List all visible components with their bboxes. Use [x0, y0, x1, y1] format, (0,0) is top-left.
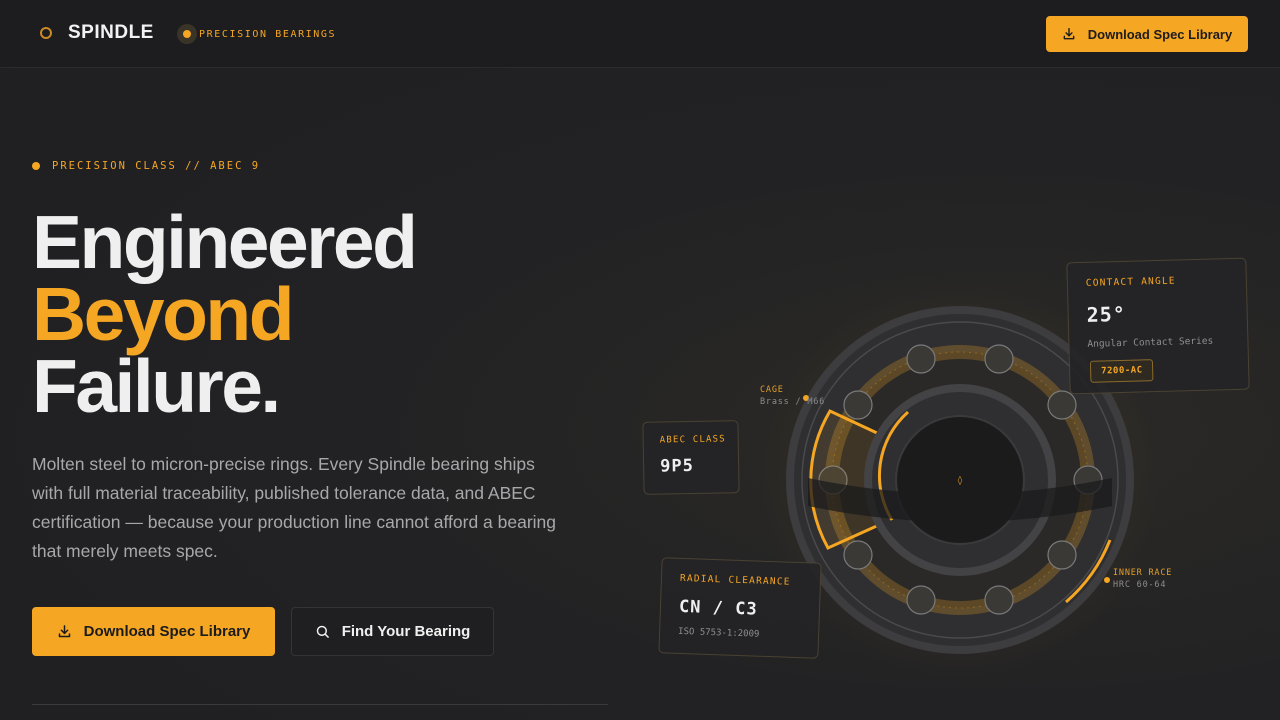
- cage-label: CAGE Brass / M66: [760, 384, 825, 408]
- inner-race-title: INNER RACE: [1113, 568, 1173, 578]
- contact-angle-label: CONTACT ANGLE: [1085, 275, 1176, 289]
- eyebrow: PRECISION CLASS // ABEC 9: [32, 160, 260, 172]
- radial-clearance-note: ISO 5753-1:2009: [677, 626, 760, 640]
- headline-line-2: Beyond: [32, 272, 295, 356]
- download-icon: [1063, 28, 1075, 40]
- ball: [984, 344, 1014, 374]
- radial-clearance-label: RADIAL CLEARANCE: [679, 572, 791, 588]
- contact-angle-note: Angular Contact Series: [1087, 335, 1214, 350]
- ball: [1047, 390, 1077, 420]
- series-chip[interactable]: 7200-AC: [1089, 359, 1154, 383]
- radial-clearance-value: CN / C3: [678, 596, 758, 620]
- hero-headline: Engineered Beyond Failure.: [32, 200, 418, 428]
- search-icon: [316, 625, 329, 638]
- abec-class-label: ABEC CLASS: [659, 434, 726, 446]
- header-download-label: Download Spec Library: [1087, 26, 1233, 42]
- headline-line-1: Engineered: [32, 200, 418, 284]
- hero-divider: [32, 704, 608, 705]
- abec-class-card: ABEC CLASS 9P5: [642, 420, 740, 495]
- cage-label-title: CAGE: [760, 385, 784, 395]
- tagline-text: PRECISION BEARINGS: [199, 28, 337, 40]
- inner-race-label: INNER RACE HRC 60-64: [1113, 567, 1172, 591]
- header-download-button[interactable]: Download Spec Library: [1046, 16, 1248, 52]
- download-icon: [58, 625, 70, 638]
- tagline: PRECISION BEARINGS: [177, 24, 336, 44]
- download-spec-button[interactable]: Download Spec Library: [32, 607, 275, 656]
- ball: [906, 585, 936, 615]
- ball: [984, 585, 1014, 615]
- ball: [1047, 540, 1077, 570]
- hero-description: Molten steel to micron-precise rings. Ev…: [32, 454, 557, 561]
- tagline-dot-icon: [177, 24, 197, 44]
- ball: [843, 390, 873, 420]
- ball: [843, 540, 873, 570]
- contact-angle-value: 25°: [1086, 301, 1127, 327]
- eyebrow-text: PRECISION CLASS // ABEC 9: [52, 160, 261, 172]
- ball: [906, 344, 936, 374]
- abec-class-value: 9P5: [659, 455, 695, 477]
- top-bar: SPINDLE PRECISION BEARINGS Download Spec…: [0, 0, 1280, 68]
- find-bearing-button[interactable]: Find Your Bearing: [291, 607, 494, 656]
- brand[interactable]: SPINDLE: [40, 22, 154, 44]
- brand-name: SPINDLE: [68, 22, 154, 43]
- radial-clearance-card: RADIAL CLEARANCE CN / C3 ISO 5753-1:2009: [658, 557, 822, 659]
- eyebrow-dot-icon: [32, 162, 40, 170]
- contact-angle-card: CONTACT ANGLE 25° Angular Contact Series…: [1066, 257, 1250, 395]
- center-glyph: ◊: [958, 475, 963, 486]
- headline-line-3: Failure.: [32, 344, 281, 428]
- inner-race-note: HRC 60-64: [1113, 580, 1167, 590]
- find-bearing-label: Find Your Bearing: [341, 623, 471, 640]
- brand-ring-icon: [40, 27, 52, 39]
- cage-label-note: Brass / M66: [760, 397, 826, 407]
- download-spec-label: Download Spec Library: [83, 623, 251, 640]
- inner-race-pin: [1104, 577, 1110, 583]
